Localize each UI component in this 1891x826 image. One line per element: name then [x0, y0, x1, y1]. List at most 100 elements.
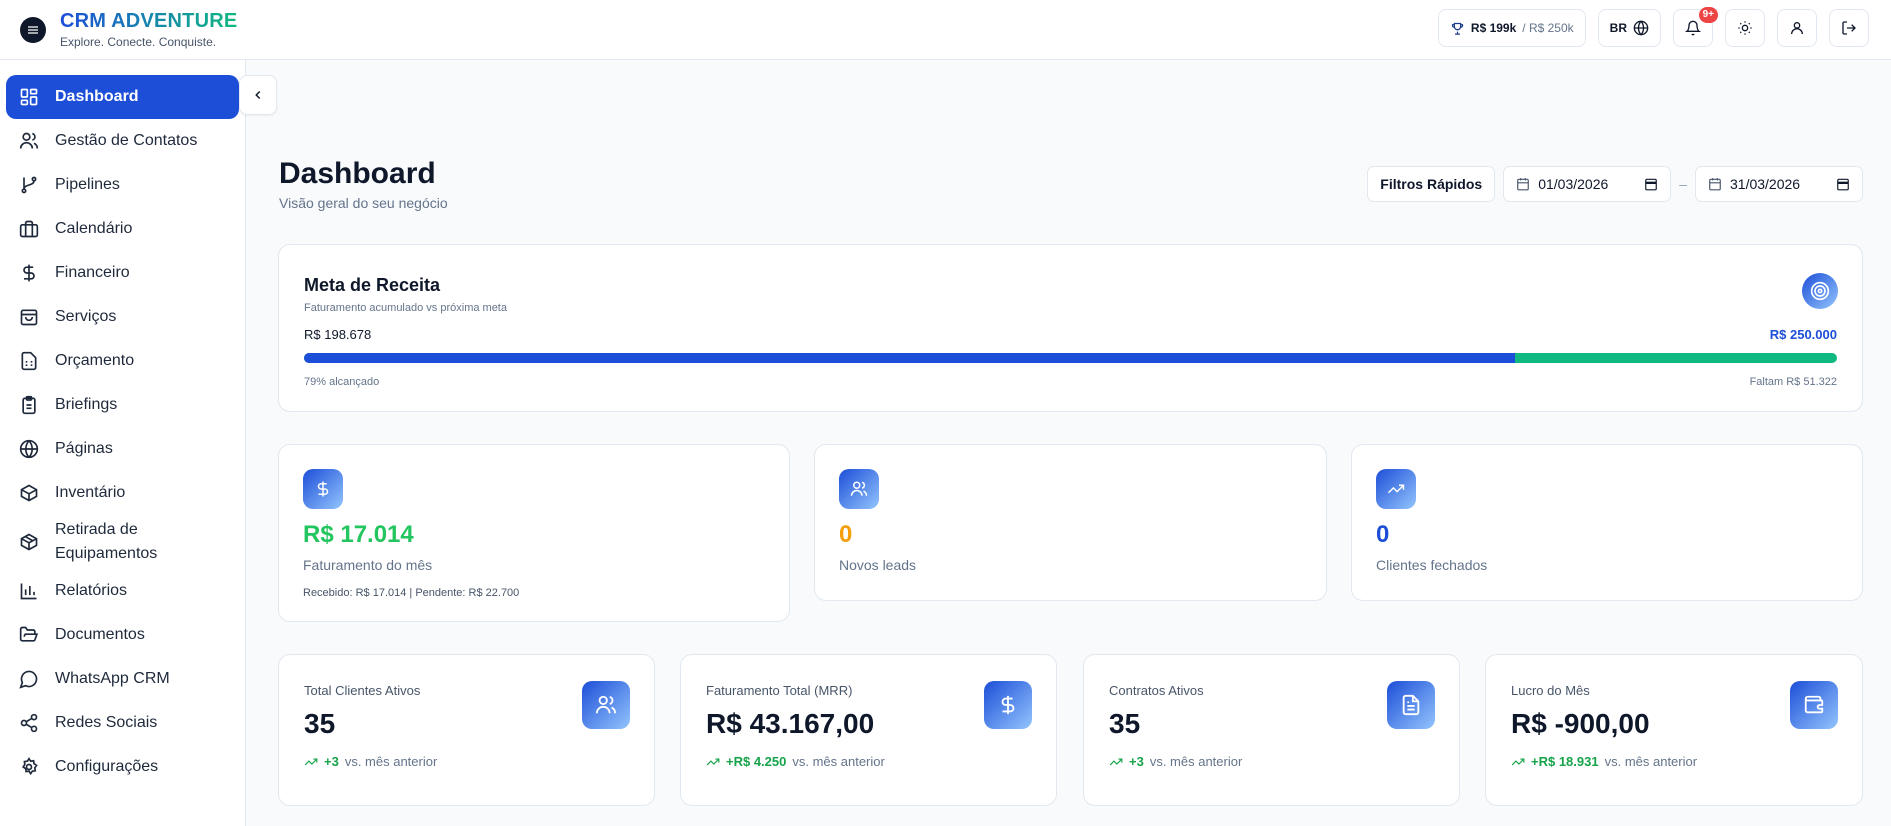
kpi-card-contracts: Contratos Ativos 35 +3 vs. mês anterior	[1083, 654, 1460, 806]
file-text-icon	[1387, 681, 1435, 729]
bell-icon	[1685, 20, 1701, 36]
calendar-picker-icon[interactable]	[1644, 177, 1658, 191]
trending-up-icon	[1376, 469, 1416, 509]
users-icon	[582, 681, 630, 729]
sidebar-item-relatorios[interactable]: Relatórios	[6, 569, 239, 613]
box-icon	[20, 484, 38, 502]
dollar-icon	[23, 264, 35, 282]
stat-value: 0	[839, 521, 853, 548]
revenue-goal-title: Meta de Receita	[304, 275, 441, 295]
brand: CRM ADVENTURE Explore. Conecte. Conquist…	[60, 10, 237, 49]
sidebar-item-label: Financeiro	[55, 264, 130, 281]
goal-current: R$ 199k	[1470, 21, 1517, 35]
language-button[interactable]: BR	[1597, 9, 1661, 47]
notifications-button[interactable]: 9+	[1673, 7, 1718, 47]
sidebar-item-label: Orçamento	[55, 352, 135, 369]
kpi-card-mrr: Faturamento Total (MRR) R$ 43.167,00 +R$…	[680, 654, 1057, 806]
revenue-remaining: Faltam R$ 51.322	[1749, 376, 1837, 388]
calendar-picker-icon[interactable]	[1836, 177, 1850, 191]
sidebar-item-configuracoes[interactable]: Configurações	[6, 745, 239, 789]
stat-label: Clientes fechados	[1376, 557, 1488, 573]
sidebar-item-inventario[interactable]: Inventário	[6, 471, 239, 515]
logout-button[interactable]	[1829, 9, 1869, 47]
message-circle-icon	[19, 670, 38, 689]
kpi-label: Total Clientes Ativos	[304, 683, 421, 698]
sidebar-item-label: Retirada de Equipamentos	[55, 521, 158, 562]
calendar-icon	[1517, 178, 1530, 191]
revenue-achieved: 79% alcançado	[304, 376, 380, 388]
sidebar-item-label: Documentos	[55, 626, 145, 643]
trophy-icon	[1451, 22, 1464, 35]
sidebar-item-documentos[interactable]: Documentos	[6, 613, 239, 657]
package-icon	[20, 533, 38, 551]
top-header: CRM ADVENTURE Explore. Conecte. Conquist…	[0, 0, 1891, 60]
sidebar-item-label: Briefings	[55, 396, 118, 413]
collapse-sidebar-button[interactable]	[239, 75, 277, 115]
kpi-value: 35	[1109, 708, 1141, 739]
kpi-label: Lucro do Mês	[1511, 683, 1590, 698]
sidebar-item-label: Páginas	[55, 440, 113, 457]
kpi-value: 35	[304, 708, 336, 739]
sidebar-item-label: Inventário	[55, 484, 126, 501]
language-label: BR	[1609, 21, 1627, 35]
goal-target: / R$ 250k	[1522, 21, 1574, 35]
date-filters: Filtros Rápidos 01/03/2026 – 31/03/2026	[1367, 166, 1863, 202]
page-title: Dashboard	[279, 157, 436, 190]
kpi-card-clients: Total Clientes Ativos 35 +3 vs. mês ante…	[278, 654, 655, 806]
sidebar-item-label: Serviços	[55, 308, 117, 325]
sidebar-item-orcamento[interactable]: Orçamento	[6, 339, 239, 383]
clipboard-icon	[22, 395, 36, 415]
sidebar-item-label: Gestão de Contatos	[55, 132, 198, 149]
kpi-suffix: vs. mês anterior	[344, 754, 438, 769]
start-date-input[interactable]: 01/03/2026	[1503, 166, 1672, 202]
stat-label: Faturamento do mês	[303, 557, 433, 573]
sidebar-item-retirada[interactable]: Retirada de Equipamentos	[6, 515, 239, 569]
trending-up-icon	[706, 758, 720, 765]
bar-chart-icon	[20, 583, 37, 600]
kpi-delta: +R$ 18.931	[1531, 754, 1599, 769]
share-icon	[20, 713, 38, 733]
kpi-delta: +3	[1129, 754, 1144, 769]
kpi-label: Contratos Ativos	[1109, 683, 1204, 698]
brand-name: CRM ADVENTURE	[60, 10, 238, 32]
kpi-label: Faturamento Total (MRR)	[706, 683, 853, 698]
sidebar-item-label: Dashboard	[55, 88, 139, 105]
revenue-progress-fill	[304, 353, 1516, 363]
stat-label: Novos leads	[839, 557, 917, 573]
settings-icon	[22, 757, 38, 776]
profile-button[interactable]	[1777, 9, 1817, 47]
calendar-icon	[1709, 178, 1721, 191]
revenue-progress-bar	[304, 353, 1837, 363]
sidebar-item-whatsapp[interactable]: WhatsApp CRM	[6, 657, 239, 701]
user-icon	[1791, 22, 1803, 35]
sidebar-item-contatos[interactable]: Gestão de Contatos	[6, 119, 239, 163]
sidebar-item-servicos[interactable]: Serviços	[6, 295, 239, 339]
quick-filters-button[interactable]: Filtros Rápidos	[1367, 166, 1496, 202]
shopping-bag-icon	[20, 309, 38, 326]
sidebar-item-financeiro[interactable]: Financeiro	[6, 251, 239, 295]
kpi-value: R$ 43.167,00	[706, 708, 875, 739]
menu-icon[interactable]	[20, 16, 46, 43]
notification-badge: 9+	[1698, 7, 1718, 23]
kpi-suffix: vs. mês anterior	[792, 754, 885, 769]
sidebar-item-paginas[interactable]: Páginas	[6, 427, 239, 471]
revenue-goal-subtitle: Faturamento acumulado vs próxima meta	[304, 302, 507, 314]
sidebar-item-redes-sociais[interactable]: Redes Sociais	[6, 701, 239, 745]
sidebar-item-label: WhatsApp CRM	[55, 670, 170, 687]
sidebar-item-briefings[interactable]: Briefings	[6, 383, 239, 427]
stat-value: 0	[1376, 521, 1390, 548]
sidebar-item-label: Calendário	[55, 220, 133, 237]
git-branch-icon	[21, 176, 37, 194]
sidebar-item-label: Pipelines	[55, 176, 120, 193]
kpi-delta: +R$ 4.250	[726, 754, 787, 769]
sidebar-item-calendario[interactable]: Calendário	[6, 207, 239, 251]
sidebar-item-pipelines[interactable]: Pipelines	[6, 163, 239, 207]
end-date-input[interactable]: 31/03/2026	[1695, 166, 1863, 202]
sidebar-item-dashboard[interactable]: Dashboard	[6, 75, 239, 119]
revenue-goal-pill[interactable]: R$ 199k / R$ 250k	[1437, 9, 1586, 47]
theme-toggle-button[interactable]	[1725, 9, 1765, 47]
briefcase-icon	[19, 220, 39, 238]
trending-up-icon	[304, 758, 318, 765]
log-out-icon	[1842, 21, 1856, 35]
users-icon	[839, 469, 879, 509]
